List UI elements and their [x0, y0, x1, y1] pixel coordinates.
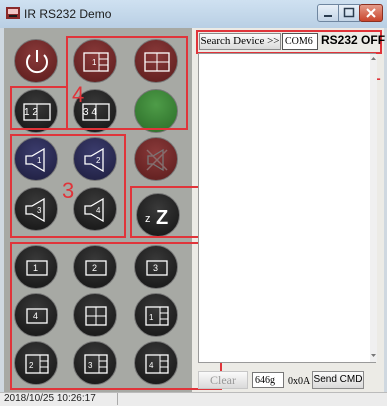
annotation-box-4-top [66, 36, 188, 130]
send-cmd-button[interactable]: Send CMD [312, 371, 364, 389]
status-divider [117, 393, 118, 405]
status-timestamp: 2018/10/25 10:26:17 [4, 393, 96, 404]
annotation-label-3: 3 [62, 178, 75, 203]
clear-button[interactable]: Clear [198, 371, 248, 389]
annotation-box-4-bottom [10, 242, 222, 390]
command-input[interactable]: 646g [252, 372, 284, 388]
log-textarea[interactable] [198, 53, 376, 363]
com-port-field[interactable]: COM6 [282, 33, 318, 50]
annotation-box-4-left [10, 86, 68, 130]
rs232-status: RS232 OFF [321, 33, 386, 47]
scroll-arrows-icon [371, 57, 376, 357]
search-device-button[interactable]: Search Device >> [199, 33, 281, 50]
annotation-label-4-top: 4 [72, 82, 85, 107]
log-scrollbar[interactable] [370, 54, 377, 362]
command-suffix: 0x0A [288, 376, 311, 387]
